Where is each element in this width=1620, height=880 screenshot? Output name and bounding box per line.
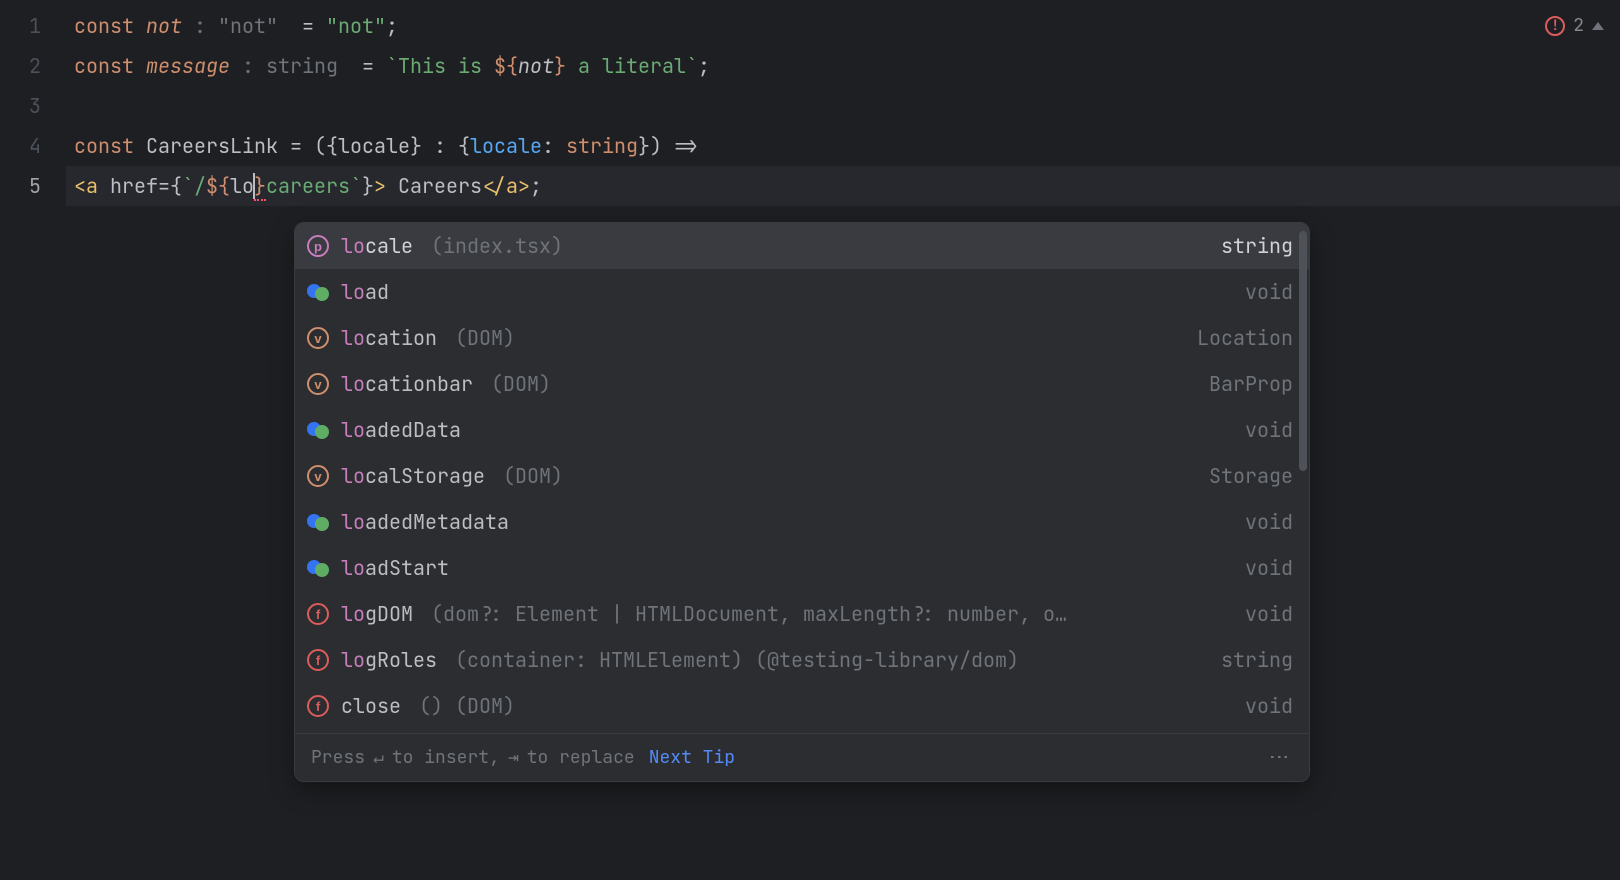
code-area[interactable]: const not : "not" = "not"; const message…: [66, 0, 1620, 880]
autocomplete-list[interactable]: plocale (index.tsx) string load void v locatio…: [295, 223, 1309, 733]
autocomplete-item[interactable]: flogDOM (dom?: Element | HTMLDocument, ma…: [295, 591, 1309, 637]
completion-return-type: void: [1235, 279, 1293, 305]
completion-return-type: void: [1235, 417, 1293, 443]
code-editor: 1 2 3 4 5 const not : "not" = "not"; con…: [0, 0, 1620, 880]
autocomplete-item[interactable]: v location (DOM) Location: [295, 315, 1309, 361]
completion-name: locationbar: [341, 371, 473, 397]
event-icon: [307, 281, 329, 303]
completion-hint: (dom?: Element | HTMLDocument, maxLength…: [431, 601, 1223, 627]
line-number: 3: [0, 86, 65, 126]
chevron-up-icon[interactable]: [1592, 22, 1604, 30]
code-line[interactable]: const CareersLink = ({locale} : {locale:…: [66, 126, 1620, 166]
autocomplete-item[interactable]: v locationbar (DOM) BarProp: [295, 361, 1309, 407]
event-icon: [307, 511, 329, 533]
autocomplete-item[interactable]: plocale (index.tsx) string: [295, 223, 1309, 269]
completion-hint: (index.tsx): [431, 233, 1199, 259]
completion-hint: (container: HTMLElement) (@testing-libra…: [455, 647, 1199, 673]
completion-hint: (DOM): [491, 371, 1187, 397]
autocomplete-item[interactable]: fclose () (DOM) void: [295, 683, 1309, 729]
autocomplete-footer: Press ↵ to insert, ⇥ to replace Next Tip…: [295, 733, 1309, 781]
completion-name: loadedData: [341, 417, 461, 443]
event-icon: [307, 557, 329, 579]
autocomplete-item[interactable]: loadedData void: [295, 407, 1309, 453]
code-line[interactable]: const message : string = `This is ${not}…: [66, 46, 1620, 86]
completion-name: load: [341, 279, 389, 305]
next-tip-link[interactable]: Next Tip: [649, 746, 735, 769]
completion-return-type: void: [1235, 693, 1293, 719]
completion-name: logDOM: [341, 601, 413, 627]
completion-return-type: void: [1235, 555, 1293, 581]
code-line[interactable]: [66, 86, 1620, 126]
completion-name: loadStart: [341, 555, 449, 581]
autocomplete-item[interactable]: load void: [295, 269, 1309, 315]
completion-hint: (DOM): [455, 325, 1175, 351]
event-icon: [307, 419, 329, 441]
completion-name: localStorage: [341, 463, 485, 489]
completion-return-type: string: [1211, 233, 1293, 259]
completion-return-type: void: [1235, 601, 1293, 627]
line-number-gutter: 1 2 3 4 5: [0, 0, 66, 880]
code-line[interactable]: <a href={`/${lo}careers`}> Careers</a>;: [66, 166, 1620, 206]
more-options-icon[interactable]: ⋮: [1267, 747, 1293, 769]
completion-return-type: string: [1211, 647, 1293, 673]
tab-key-icon: ⇥: [508, 747, 519, 768]
variable-icon: v: [307, 327, 329, 349]
autocomplete-popup: plocale (index.tsx) string load void v locatio…: [294, 222, 1310, 782]
variable-icon: v: [307, 465, 329, 487]
inspection-widget[interactable]: ! 2: [1545, 14, 1604, 37]
enter-key-icon: ↵: [373, 747, 384, 768]
completion-name: logRoles: [341, 647, 437, 673]
error-count: 2: [1573, 14, 1584, 37]
code-line[interactable]: const not : "not" = "not";: [66, 6, 1620, 46]
line-number: 2: [0, 46, 65, 86]
variable-icon: v: [307, 373, 329, 395]
completion-return-type: BarProp: [1199, 371, 1293, 397]
completion-hint: (DOM): [503, 463, 1187, 489]
completion-name: close: [341, 693, 401, 719]
autocomplete-item[interactable]: vclosed(DOM)boolean: [295, 729, 1309, 733]
error-icon: !: [1545, 16, 1565, 36]
autocomplete-item[interactable]: loadedMetadata void: [295, 499, 1309, 545]
completion-return-type: void: [1235, 509, 1293, 535]
text-caret: [253, 173, 255, 199]
function-icon: f: [307, 649, 329, 671]
completion-name: locale: [341, 233, 413, 259]
completion-hint: () (DOM): [419, 693, 1223, 719]
function-icon: f: [307, 695, 329, 717]
completion-return-type: Storage: [1199, 463, 1293, 489]
line-number: 5: [0, 166, 65, 206]
completion-return-type: Location: [1187, 325, 1293, 351]
completion-name: location: [341, 325, 437, 351]
scrollbar-thumb[interactable]: [1299, 231, 1307, 471]
completion-name: loadedMetadata: [341, 509, 509, 535]
line-number: 4: [0, 126, 65, 166]
parameter-icon: p: [307, 235, 329, 257]
line-number: 1: [0, 6, 65, 46]
autocomplete-item[interactable]: f logRoles (container: HTMLElement) (@test…: [295, 637, 1309, 683]
autocomplete-item[interactable]: v localStorage (DOM) Storage: [295, 453, 1309, 499]
autocomplete-item[interactable]: loadStart void: [295, 545, 1309, 591]
function-icon: f: [307, 603, 329, 625]
